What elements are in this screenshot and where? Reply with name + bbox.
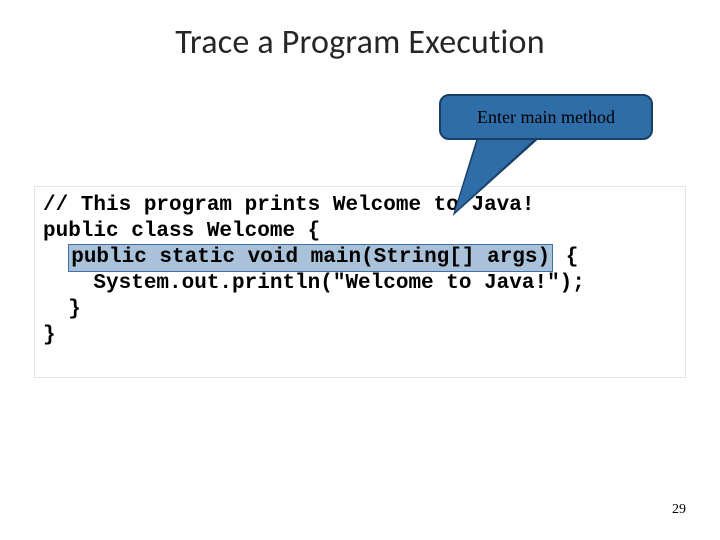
code-line: System.out.println("Welcome to Java!"); (43, 271, 677, 297)
callout-label: Enter main method (477, 107, 615, 127)
code-line-highlighted: public static void main(String[] args) { (43, 245, 677, 271)
code-line: public class Welcome { (43, 219, 677, 245)
code-line: } (43, 323, 677, 349)
page-number: 29 (672, 502, 686, 518)
code-box: // This program prints Welcome to Java! … (34, 186, 686, 378)
code-suffix: { (553, 246, 591, 269)
page-title: Trace a Program Execution (0, 22, 720, 63)
highlight-main-signature: public static void main(String[] args) (68, 244, 553, 272)
callout-box: Enter main method (439, 94, 653, 140)
code-indent (43, 246, 68, 269)
code-line: // This program prints Welcome to Java! (43, 193, 677, 219)
slide: Trace a Program Execution Enter main met… (0, 0, 720, 540)
code-block: // This program prints Welcome to Java! … (43, 193, 677, 349)
code-line: } (43, 297, 677, 323)
